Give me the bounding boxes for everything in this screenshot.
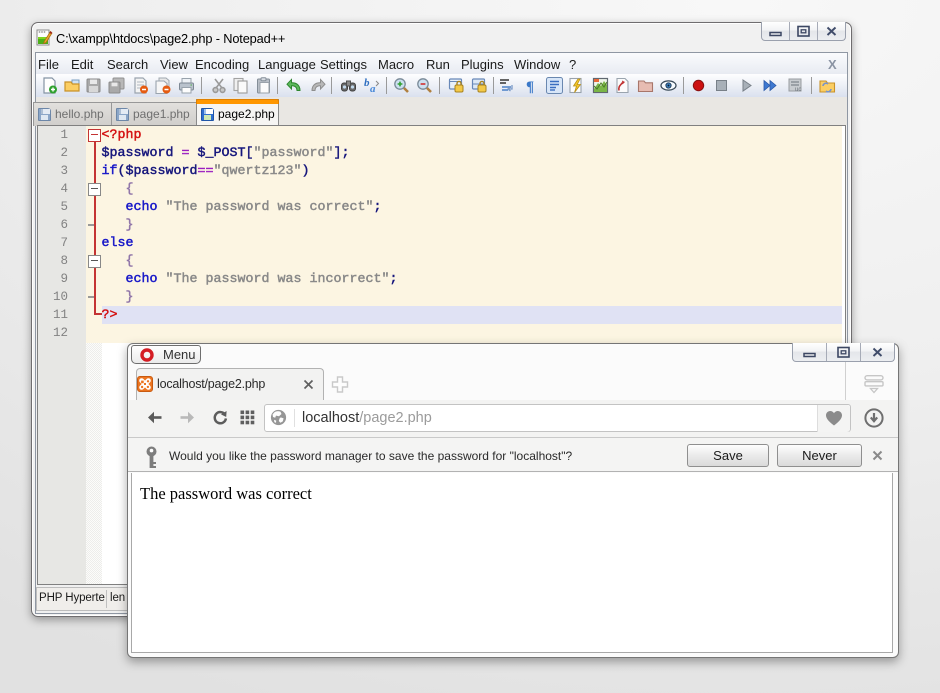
svg-text:a: a [370,83,376,94]
svg-text:uc: uc [795,87,801,93]
svg-text:¶: ¶ [526,79,534,94]
